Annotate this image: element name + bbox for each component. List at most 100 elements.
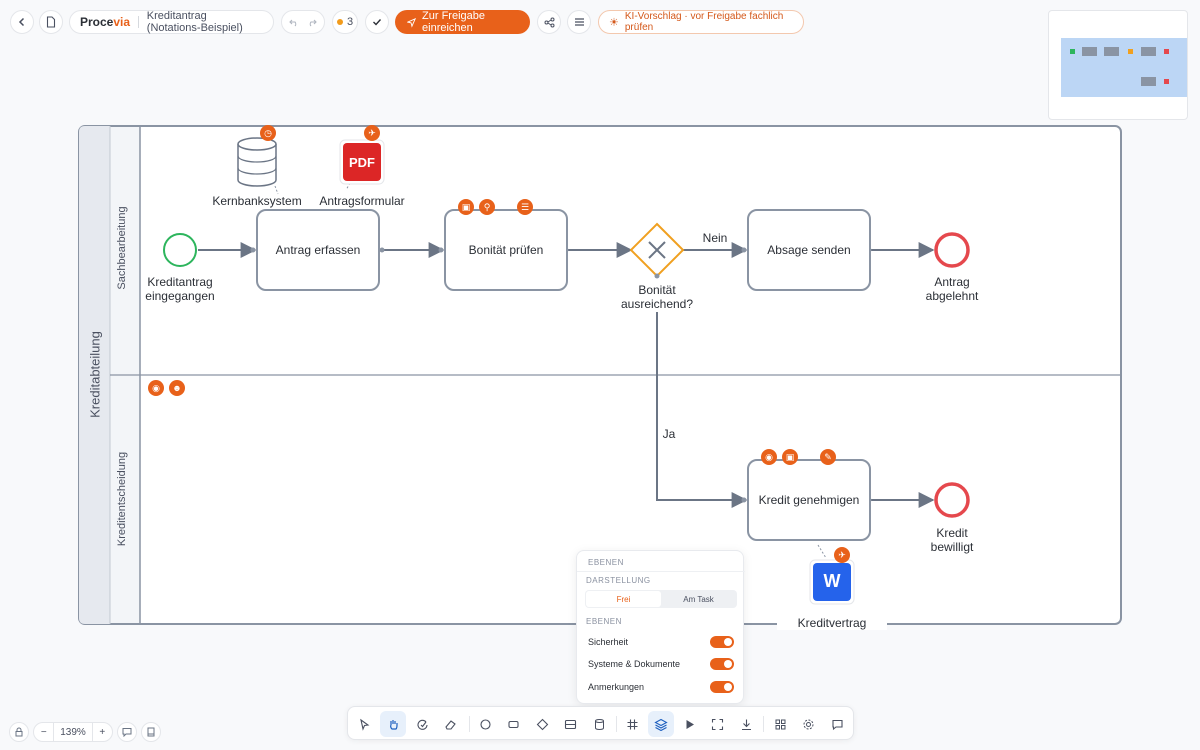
task-absage-senden[interactable]: Absage senden bbox=[747, 209, 871, 291]
layer-toggle-systems[interactable] bbox=[710, 658, 734, 670]
document-title: Kreditantrag (Notations-Beispiel) bbox=[146, 10, 243, 34]
fingerprint-icon[interactable]: ◉ bbox=[761, 449, 777, 465]
zoom-out-button[interactable]: − bbox=[34, 727, 53, 738]
document-button[interactable] bbox=[39, 10, 63, 34]
handshake-icon[interactable]: ✈ bbox=[834, 547, 850, 563]
fullscreen-tool[interactable] bbox=[704, 711, 730, 737]
lane-icon bbox=[564, 719, 576, 729]
pdf-icon-text: PDF bbox=[349, 155, 375, 170]
grid-tool[interactable] bbox=[619, 711, 645, 737]
event-tool[interactable] bbox=[472, 711, 498, 737]
ai-suggestion-badge[interactable]: ☀ KI-Vorschlag · vor Freigabe fachlich p… bbox=[598, 10, 804, 34]
minimap-end bbox=[1164, 79, 1169, 84]
select-tool[interactable] bbox=[351, 711, 377, 737]
layers-panel: Ebenen Darstellung Frei Am Task Ebenen S… bbox=[576, 550, 745, 704]
mode-task-button[interactable]: Am Task bbox=[661, 591, 736, 607]
lock-button[interactable] bbox=[9, 722, 29, 742]
comments-button[interactable]: 3 bbox=[332, 10, 358, 34]
task-antrag-erfassen[interactable]: Antrag erfassen bbox=[256, 209, 380, 291]
security-doc-icon[interactable]: ▣ bbox=[458, 199, 474, 215]
flow-label-no: Nein bbox=[702, 231, 728, 245]
task-tool[interactable] bbox=[500, 711, 526, 737]
layer-toggle-annotations[interactable] bbox=[710, 681, 734, 693]
gateway-tool[interactable] bbox=[529, 711, 555, 737]
lasso-tool[interactable] bbox=[409, 711, 435, 737]
grid-icon bbox=[627, 719, 637, 729]
word-icon-text: W bbox=[823, 571, 841, 591]
zoom-level: 139% bbox=[53, 723, 93, 741]
comment-count: 3 bbox=[346, 16, 354, 28]
pointer-icon bbox=[359, 718, 369, 731]
layer-label: Systeme & Dokumente bbox=[588, 659, 681, 669]
handshake-icon[interactable]: ✈ bbox=[364, 125, 380, 141]
display-mode-toggle: Frei Am Task bbox=[585, 590, 737, 608]
back-button[interactable] bbox=[10, 10, 34, 34]
mode-free-button[interactable]: Frei bbox=[586, 591, 661, 607]
zoom-control: − 139% + bbox=[33, 722, 113, 742]
check-button[interactable] bbox=[365, 10, 389, 34]
end-event-rejected-label: Antrag abgelehnt bbox=[925, 275, 979, 303]
annotation-button[interactable] bbox=[117, 722, 137, 742]
layer-row-systems: Systeme & Dokumente bbox=[588, 657, 734, 671]
document-icon[interactable]: ☰ bbox=[517, 199, 533, 215]
layer-row-security: Sicherheit bbox=[588, 635, 734, 649]
task-kredit-genehmigen[interactable]: Kredit genehmigen bbox=[747, 459, 871, 541]
share-button[interactable] bbox=[537, 10, 561, 34]
database-label: Kernbanksystem bbox=[212, 194, 302, 208]
title-pill: Procevia Kreditantrag (Notations-Beispie… bbox=[69, 10, 274, 34]
hamburger-icon bbox=[574, 18, 584, 26]
lasso-icon bbox=[416, 719, 428, 730]
database-icon bbox=[237, 137, 277, 187]
pool-label: Kreditabteilung bbox=[87, 331, 103, 418]
lane-tool[interactable] bbox=[557, 711, 583, 737]
layers-tool[interactable] bbox=[648, 711, 674, 737]
fingerprint-icon[interactable]: ◉ bbox=[148, 380, 164, 396]
lane-label-kreditentscheidung: Kreditentscheidung bbox=[116, 451, 128, 547]
signature-icon[interactable]: ✎ bbox=[820, 449, 836, 465]
redo-icon[interactable] bbox=[307, 17, 317, 27]
minimap-viewport[interactable] bbox=[1061, 38, 1187, 97]
minimap-task bbox=[1141, 47, 1156, 56]
database-icon bbox=[594, 718, 604, 730]
clock-icon[interactable]: ◷ bbox=[260, 125, 276, 141]
download-tool[interactable] bbox=[733, 711, 759, 737]
pdf-label: Antragsformular bbox=[319, 194, 405, 208]
pan-tool[interactable] bbox=[380, 711, 406, 737]
eraser-tool[interactable] bbox=[437, 711, 463, 737]
task-bonitaet-pruefen[interactable]: Bonität prüfen bbox=[444, 209, 568, 291]
layer-toggle-security[interactable] bbox=[710, 636, 734, 648]
chevron-left-icon bbox=[18, 17, 25, 27]
check-icon bbox=[373, 19, 382, 26]
diamond-icon bbox=[536, 718, 548, 730]
screen-icon[interactable]: ▣ bbox=[782, 449, 798, 465]
key-icon[interactable]: ⚲ bbox=[479, 199, 495, 215]
data-store-tool[interactable] bbox=[586, 711, 612, 737]
settings-tool[interactable] bbox=[795, 711, 821, 737]
lock-icon bbox=[15, 727, 23, 737]
submit-for-approval-button[interactable]: Zur Freigabe einreichen bbox=[395, 10, 530, 34]
display-heading: Darstellung bbox=[586, 576, 651, 585]
layers-icon bbox=[654, 718, 668, 731]
minimap[interactable] bbox=[1048, 10, 1188, 120]
end-event-approved-label: Kredit bewilligt bbox=[930, 526, 974, 554]
layers-heading: Ebenen bbox=[586, 617, 622, 626]
comment-tool[interactable] bbox=[824, 711, 850, 737]
share-icon bbox=[544, 17, 554, 27]
ai-hint-text: KI-Vorschlag · vor Freigabe fachlich prü… bbox=[624, 11, 784, 33]
rectangle-icon bbox=[507, 720, 519, 728]
submit-label: Zur Freigabe einreichen bbox=[422, 10, 486, 34]
apps-tool[interactable] bbox=[767, 711, 793, 737]
page-button[interactable] bbox=[141, 722, 161, 742]
start-event-label: Kreditantrag eingegangen bbox=[145, 275, 215, 303]
start-event bbox=[163, 233, 197, 267]
undo-icon[interactable] bbox=[289, 17, 299, 27]
minimap-end bbox=[1164, 49, 1169, 54]
play-tool[interactable] bbox=[676, 711, 702, 737]
sun-icon: ☀ bbox=[609, 16, 619, 29]
zoom-in-button[interactable]: + bbox=[93, 727, 112, 738]
user-check-icon[interactable]: ☻ bbox=[169, 380, 185, 396]
undo-redo-group bbox=[281, 10, 325, 34]
layer-label: Anmerkungen bbox=[588, 682, 645, 692]
menu-button[interactable] bbox=[567, 10, 591, 34]
flow-label-yes: Ja bbox=[662, 427, 676, 441]
